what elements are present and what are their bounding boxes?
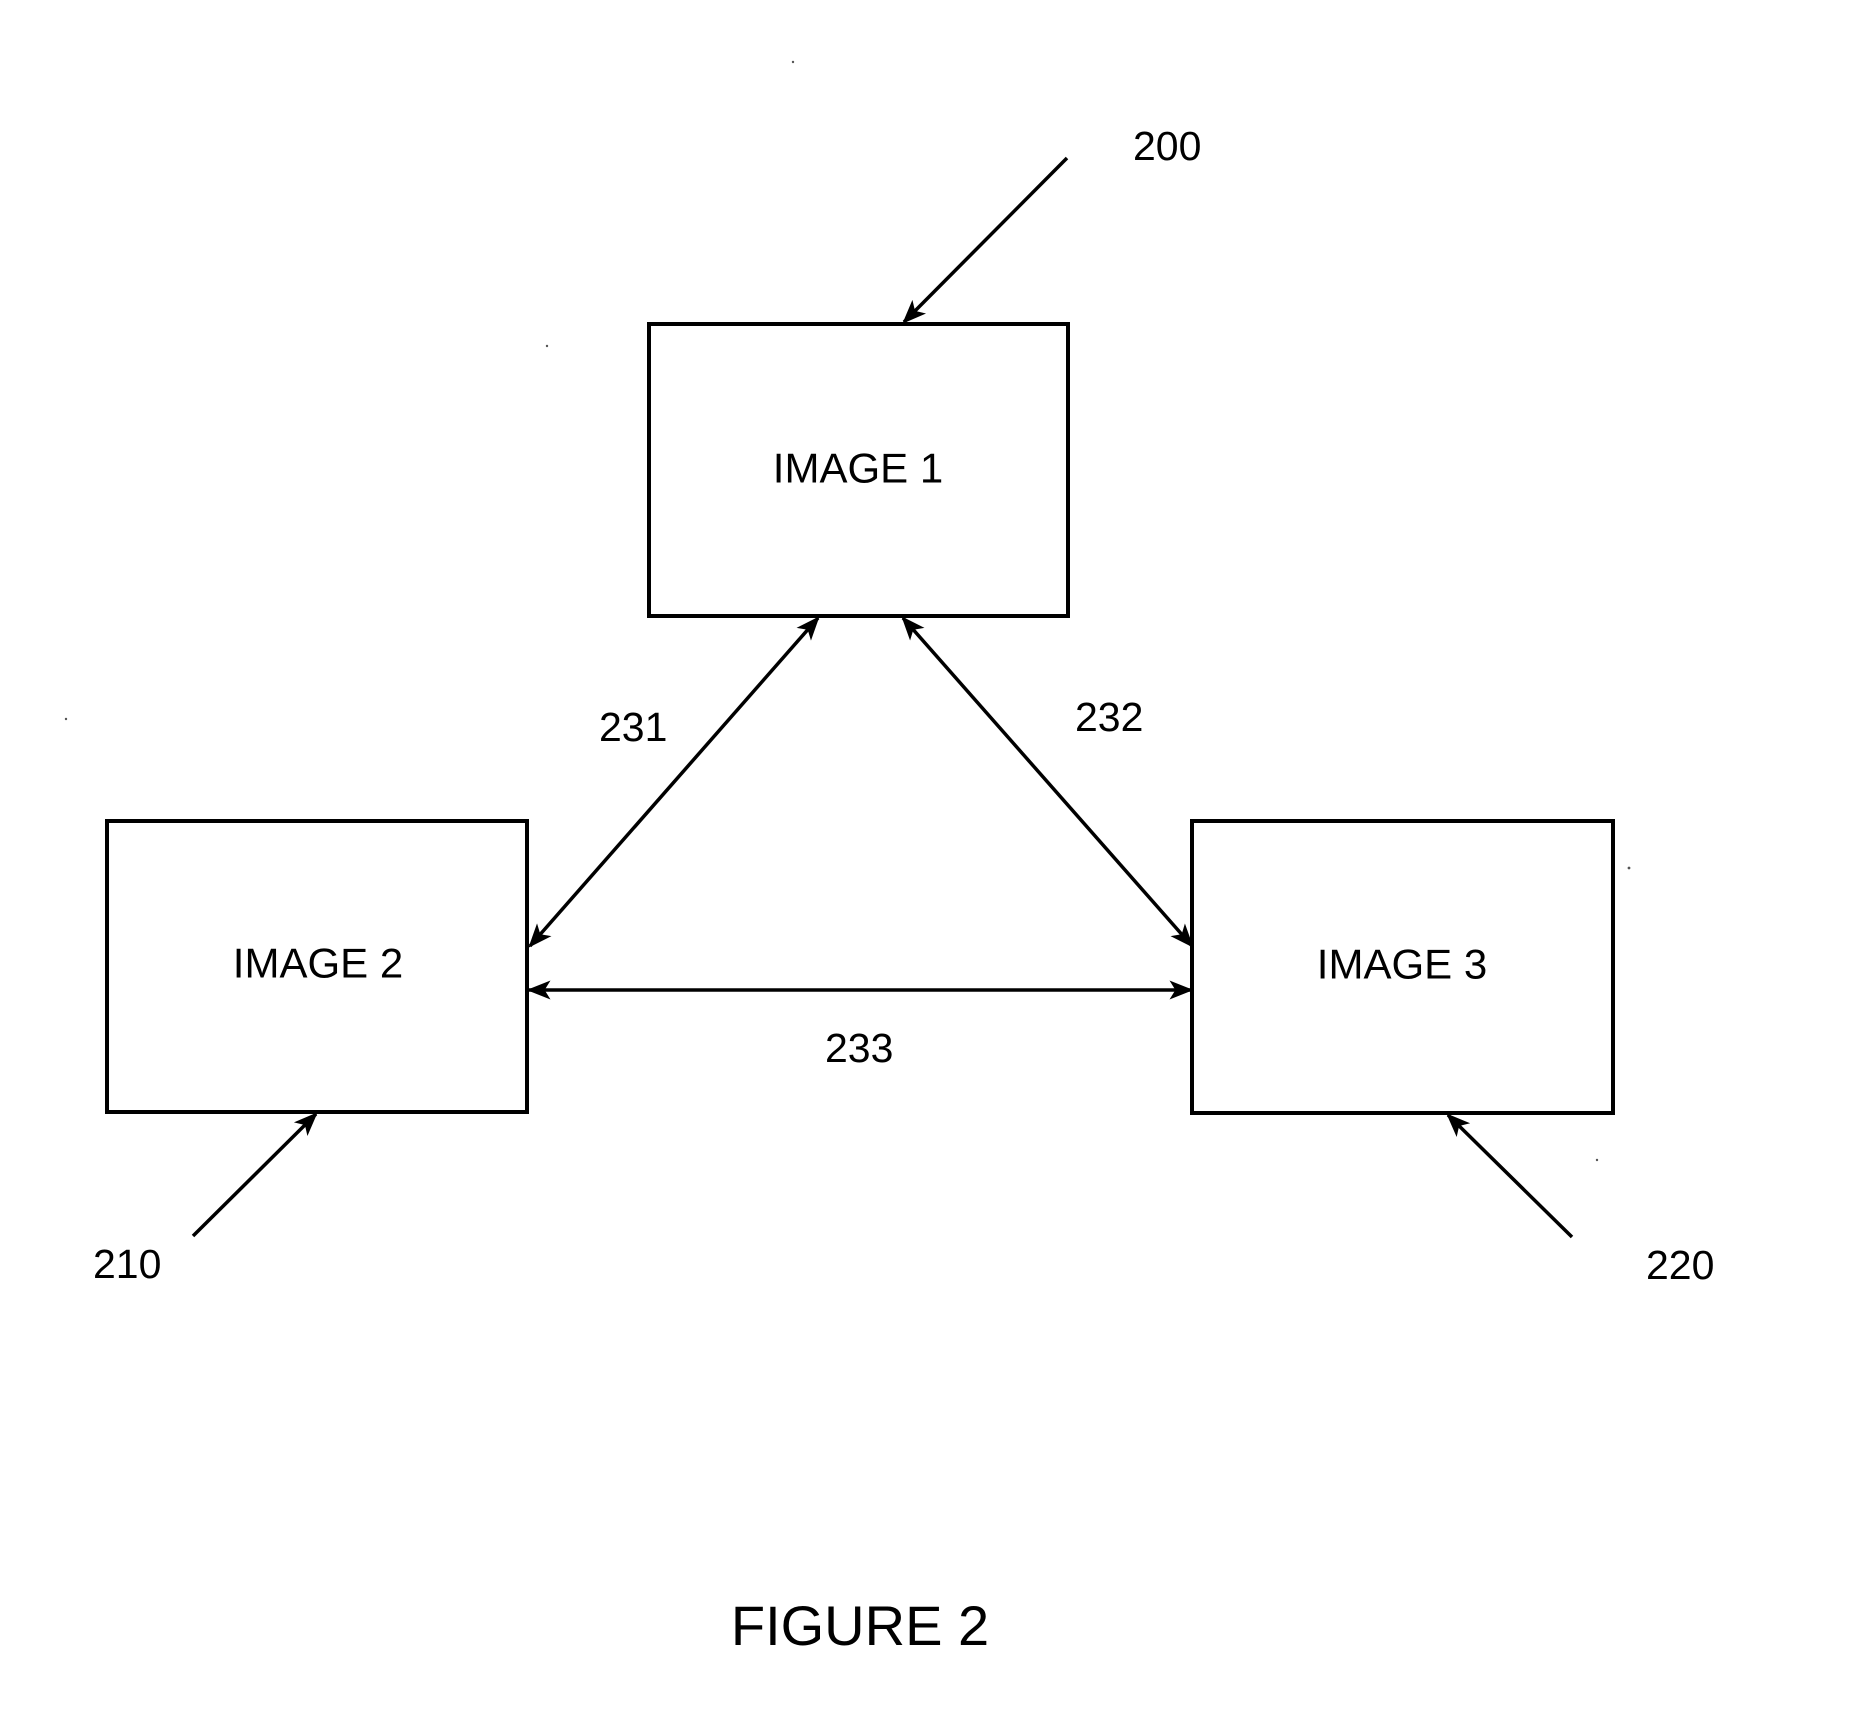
ref-arrow-210 — [191, 1112, 318, 1238]
figure-caption: FIGURE 2 — [731, 1594, 989, 1657]
scan-speck — [1595, 1158, 1599, 1162]
node-image1: IMAGE 1 — [647, 322, 1070, 618]
ref-label-232: 232 — [1075, 694, 1143, 740]
scan-speck — [545, 344, 549, 348]
connection-231 — [528, 616, 820, 948]
ref-label-233: 233 — [825, 1025, 893, 1071]
scan-speck — [1627, 866, 1631, 870]
node-image3: IMAGE 3 — [1190, 819, 1615, 1115]
ref-arrow-220 — [1446, 1113, 1574, 1239]
ref-label-210: 210 — [93, 1241, 161, 1287]
node-image1-label: IMAGE 1 — [773, 445, 943, 492]
ref-label-231: 231 — [599, 704, 667, 750]
ref-label-200: 200 — [1133, 123, 1201, 169]
figure-canvas: IMAGE 1 IMAGE 2 IMAGE 3 200 210 220 231 … — [64, 60, 1714, 1657]
node-image2: IMAGE 2 — [105, 819, 529, 1114]
node-image3-label: IMAGE 3 — [1317, 941, 1487, 988]
ref-label-220: 220 — [1646, 1242, 1714, 1288]
node-image2-label: IMAGE 2 — [233, 940, 403, 987]
connection-232 — [901, 616, 1194, 948]
scan-speck — [64, 717, 68, 721]
scan-speck — [791, 60, 795, 64]
ref-arrow-200 — [902, 156, 1069, 324]
